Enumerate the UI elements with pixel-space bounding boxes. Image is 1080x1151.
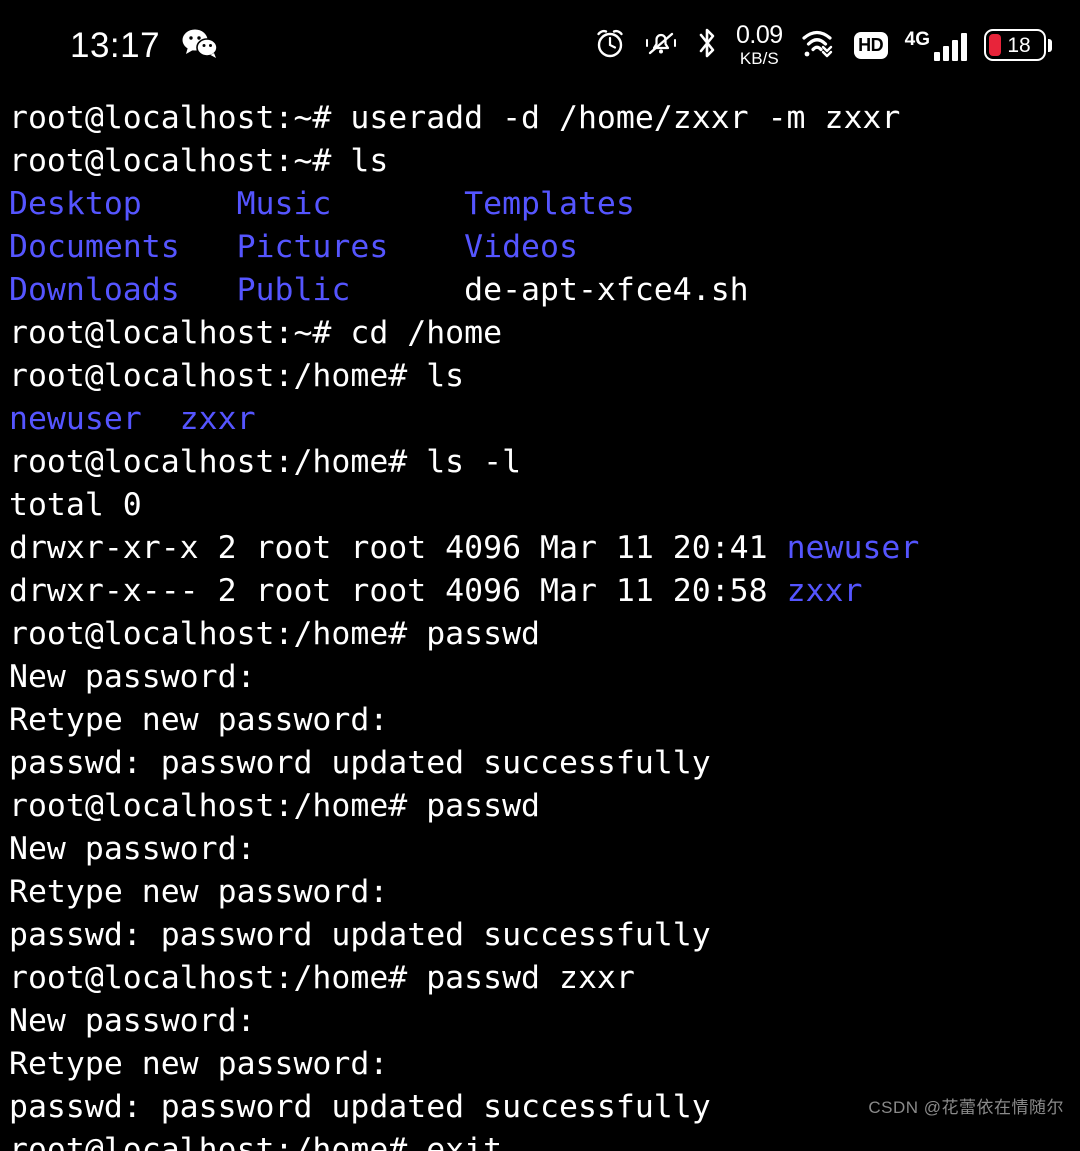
terminal-text: passwd: password updated successfully — [9, 1089, 711, 1125]
battery-cap — [1048, 38, 1052, 52]
terminal-dir-name: newuser — [786, 530, 920, 566]
terminal-output[interactable]: root@localhost:~# useradd -d /home/zxxr … — [0, 97, 1080, 1151]
signal-bar-3 — [952, 39, 958, 61]
terminal-line: root@localhost:/home# ls — [0, 355, 1080, 398]
status-bar-right: 0.09 KB/S HD 4G 18 — [594, 23, 1052, 67]
terminal-line: root@localhost:~# ls — [0, 140, 1080, 183]
terminal-dir-name: Downloads Public — [9, 272, 465, 308]
terminal-line: Retype new password: — [0, 1043, 1080, 1086]
signal-bar-4 — [961, 32, 967, 61]
terminal-text: root@localhost:~# cd /home — [9, 315, 503, 351]
terminal-line: passwd: password updated successfully — [0, 914, 1080, 957]
terminal-line: root@localhost:~# cd /home — [0, 312, 1080, 355]
status-clock: 13:17 — [70, 25, 161, 65]
terminal-text: drwxr-xr-x 2 root root 4096 Mar 11 20:41 — [9, 530, 787, 566]
terminal-text: root@localhost:~# useradd -d /home/zxxr … — [9, 100, 901, 136]
terminal-line: Retype new password: — [0, 871, 1080, 914]
signal-bars — [934, 32, 967, 61]
terminal-text: New password: — [9, 831, 256, 867]
hd-badge-icon: HD — [853, 31, 888, 59]
alarm-clock-icon — [594, 27, 626, 63]
terminal-text: Retype new password: — [9, 1046, 389, 1082]
status-bar: 13:17 0.09 KB/S HD 4G 18 — [0, 0, 1080, 90]
terminal-line: drwxr-xr-x 2 root root 4096 Mar 11 20:41… — [0, 527, 1080, 570]
terminal-text: root@localhost:/home# passwd — [9, 616, 541, 652]
terminal-text: root@localhost:/home# ls — [9, 358, 465, 394]
terminal-line: root@localhost:/home# passwd — [0, 613, 1080, 656]
terminal-text: Retype new password: — [9, 874, 389, 910]
status-bar-left: 13:17 — [70, 28, 218, 63]
terminal-text: total 0 — [9, 487, 142, 523]
terminal-line: Documents Pictures Videos — [0, 226, 1080, 269]
silent-vibrate-icon — [643, 27, 679, 63]
terminal-line: drwxr-x--- 2 root root 4096 Mar 11 20:58… — [0, 570, 1080, 613]
terminal-text: passwd: password updated successfully — [9, 917, 711, 953]
terminal-line: passwd: password updated successfully — [0, 742, 1080, 785]
signal-generation-label: 4G — [904, 28, 930, 50]
terminal-line: New password: — [0, 828, 1080, 871]
terminal-text: root@localhost:/home# exit — [9, 1132, 503, 1151]
terminal-line: root@localhost:/home# passwd zxxr — [0, 957, 1080, 1000]
signal-bar-1 — [934, 51, 940, 61]
terminal-text: root@localhost:/home# passwd zxxr — [9, 960, 635, 996]
terminal-text: root@localhost:/home# ls -l — [9, 444, 522, 480]
terminal-text: root@localhost:~# ls — [9, 143, 389, 179]
wechat-icon — [182, 28, 218, 62]
terminal-text: New password: — [9, 659, 256, 695]
battery-body: 18 — [984, 29, 1046, 61]
wifi-icon — [801, 27, 837, 63]
terminal-text: New password: — [9, 1003, 256, 1039]
terminal-dir-name: newuser zxxr — [9, 401, 256, 437]
terminal-dir-name: zxxr — [786, 573, 863, 609]
terminal-dir-name: Desktop Music Templates — [9, 186, 635, 222]
terminal-text: root@localhost:/home# passwd — [9, 788, 541, 824]
terminal-line: root@localhost:~# useradd -d /home/zxxr … — [0, 97, 1080, 140]
terminal-line: root@localhost:/home# passwd — [0, 785, 1080, 828]
terminal-line: newuser zxxr — [0, 398, 1080, 441]
network-speed-indicator: 0.09 KB/S — [735, 21, 783, 68]
terminal-line: root@localhost:/home# ls -l — [0, 441, 1080, 484]
terminal-line: root@localhost:/home# exit — [0, 1129, 1080, 1151]
terminal-line: New password: — [0, 656, 1080, 699]
network-speed-value: 0.09 — [735, 21, 783, 49]
signal-4g-icon: 4G — [905, 30, 967, 61]
terminal-line: Downloads Public de-apt-xfce4.sh — [0, 269, 1080, 312]
bluetooth-icon — [696, 26, 718, 64]
battery-icon: 18 — [984, 29, 1052, 61]
terminal-line: Retype new password: — [0, 699, 1080, 742]
terminal-text: de-apt-xfce4.sh — [464, 272, 749, 308]
terminal-line: total 0 — [0, 484, 1080, 527]
signal-bar-2 — [943, 45, 949, 61]
network-speed-unit: KB/S — [739, 49, 779, 68]
battery-level-label: 18 — [1007, 33, 1031, 57]
terminal-dir-name: Documents Pictures Videos — [9, 229, 578, 265]
watermark: CSDN @花蕾依在情随尔 — [868, 1098, 1064, 1117]
terminal-line: Desktop Music Templates — [0, 183, 1080, 226]
terminal-text: passwd: password updated successfully — [9, 745, 711, 781]
terminal-text: Retype new password: — [9, 702, 389, 738]
terminal-line: New password: — [0, 1000, 1080, 1043]
terminal-text: drwxr-x--- 2 root root 4096 Mar 11 20:58 — [9, 573, 787, 609]
